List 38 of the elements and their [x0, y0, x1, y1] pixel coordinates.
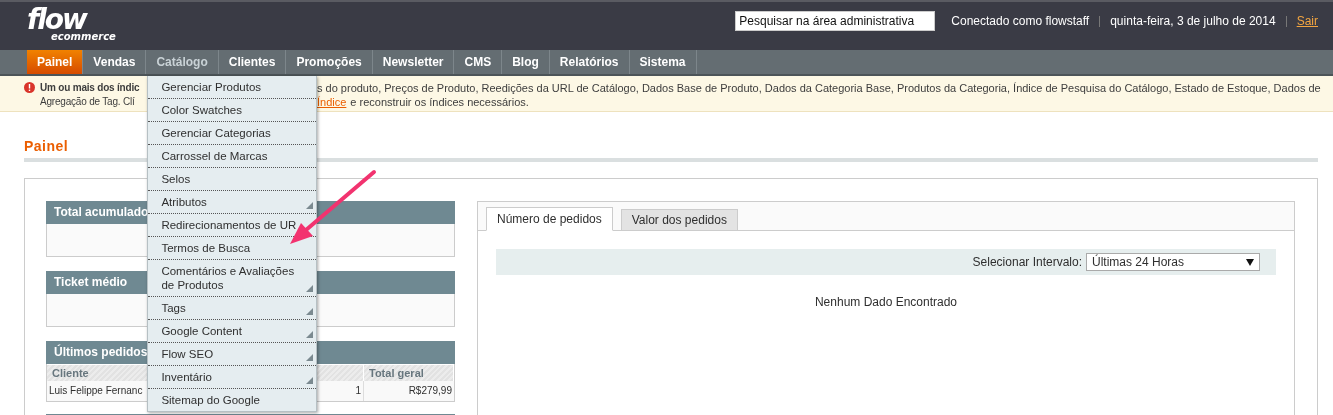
nav-tab[interactable]: Vendas — [83, 50, 147, 74]
table-cell-text: R$279,99 — [407, 384, 453, 398]
menu-item[interactable]: Atributos — [148, 191, 317, 214]
menu-item[interactable]: Comentários e Avaliações de Produtos — [148, 260, 317, 297]
notice-text: s do produto, Preços de Produto, Reedições da URL de Catálogo, Dados Base de Produto, Dados da Categoria Base, Produtos da Categoria, Índice de Pesquisa do Catálogo, Estado de Estoque, Dados de — [317, 81, 1321, 95]
menu-item[interactable]: Gerenciar Produtos — [148, 76, 317, 99]
logo-tagline: ecommerce — [51, 32, 116, 42]
menu-item[interactable]: Selos — [148, 168, 317, 191]
error-icon — [24, 82, 35, 93]
menu-item[interactable]: Sitemap do Google — [148, 389, 317, 411]
nav-tab[interactable]: Newsletter — [372, 50, 455, 74]
empty-message: Nenhum Dado Encontrado — [813, 295, 959, 309]
nav-tab[interactable]: Relatórios — [549, 50, 630, 74]
nav-tab[interactable]: CMS — [454, 50, 503, 74]
menu-item[interactable]: Carrossel de Marcas — [148, 145, 317, 168]
menu-item[interactable]: Tags — [148, 297, 317, 320]
tab[interactable]: Número de pedidos — [486, 207, 613, 231]
logo-name: flow — [27, 8, 87, 32]
menu-item[interactable]: Flow SEO — [148, 343, 317, 366]
nav-tab[interactable]: Clientes — [218, 50, 287, 74]
tab[interactable]: Valor dos pedidos — [620, 209, 738, 231]
menu-item[interactable]: Gerenciar Categorias — [148, 122, 317, 145]
range-select[interactable]: Últimas 24 Horas — [1086, 253, 1260, 271]
menu-item[interactable]: Google Content — [148, 320, 317, 343]
nav-tab[interactable]: Sistema — [629, 50, 697, 74]
notice-text: Um ou mais dos índic — [40, 81, 141, 95]
menu-item[interactable]: Color Swatches — [148, 99, 317, 122]
notice-text: Agregação de Tag. Clí — [40, 95, 136, 109]
user-label: Conectado como flowstaff — [951, 14, 1090, 28]
notice-text: e reconstruir os índices necessários. — [350, 95, 529, 109]
date-label: quinta-feira, 3 de julho de 2014 — [1110, 14, 1276, 28]
dropdown-icon — [1246, 258, 1254, 266]
search-field[interactable]: Pesquisar na área administrativa — [735, 11, 936, 31]
range-label: Selecionar Intervalo: — [972, 255, 1082, 269]
nav-tab[interactable]: Promoções — [286, 50, 373, 74]
nav-tab[interactable]: Blog — [502, 50, 550, 74]
logout-link[interactable]: Sair — [1296, 14, 1318, 28]
menu-item[interactable]: Inventário — [148, 366, 317, 389]
